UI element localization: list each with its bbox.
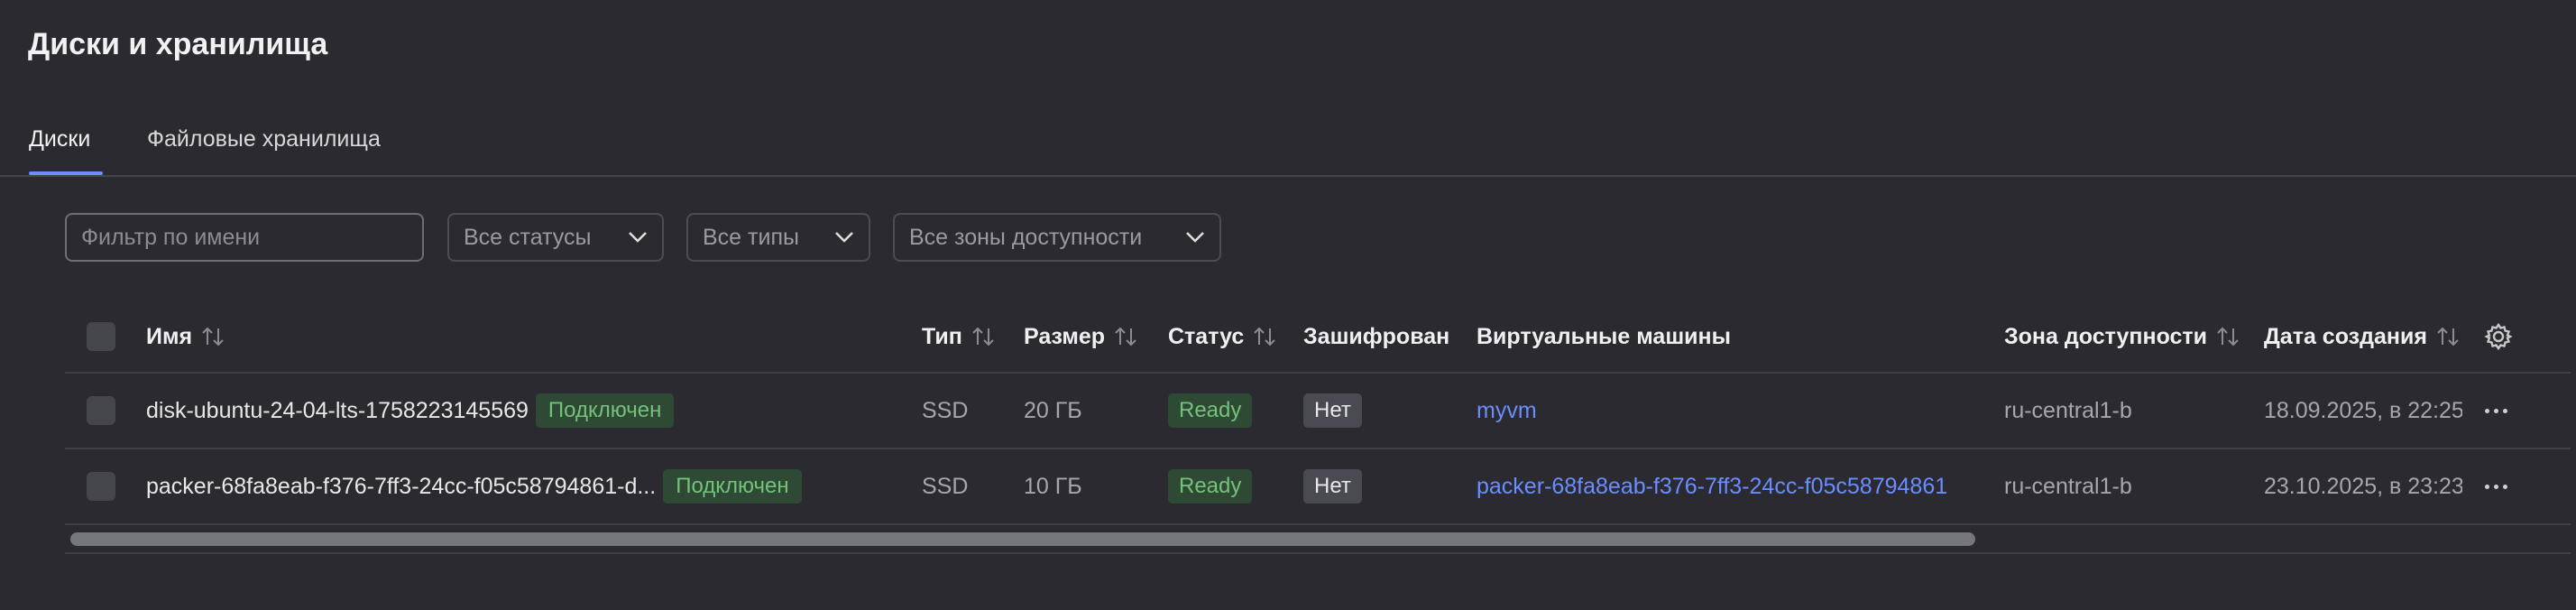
select-all-checkbox[interactable]	[87, 322, 115, 351]
disk-type: SSD	[922, 397, 969, 423]
tab-file-storages[interactable]: Файловые хранилища	[147, 126, 381, 152]
disk-name[interactable]: disk-ubuntu-24-04-lts-1758223145569	[146, 398, 529, 424]
horizontal-scrollbar	[65, 527, 2571, 554]
more-horizontal-icon[interactable]	[2485, 408, 2507, 413]
chevron-down-icon	[1186, 232, 1204, 243]
sort-arrows-icon	[1115, 327, 1136, 347]
status-badge: Ready	[1168, 393, 1253, 428]
zone-value: ru-central1-b	[2004, 397, 2132, 423]
active-tab-indicator	[29, 171, 103, 175]
sort-arrows-icon	[2437, 327, 2459, 347]
attached-badge: Подключен	[535, 393, 675, 428]
header-encrypted: Зашифрован	[1303, 323, 1450, 349]
row-checkbox[interactable]	[87, 472, 115, 501]
attached-badge: Подключен	[663, 469, 802, 504]
header-status[interactable]: Статус	[1168, 301, 1278, 372]
gear-icon[interactable]	[2484, 322, 2513, 351]
page-title: Диски и хранилища	[28, 27, 328, 61]
sort-arrows-icon	[202, 327, 224, 347]
header-size[interactable]: Размер	[1024, 301, 1139, 372]
vm-link[interactable]: packer-68fa8eab-f376-7ff3-24cc-f05c58794…	[1477, 449, 1947, 523]
tabs: Диски Файловые хранилища	[0, 121, 2576, 177]
header-zone[interactable]: Зона доступности	[2004, 301, 2241, 372]
status-filter-value: Все статусы	[464, 224, 592, 250]
status-badge: Ready	[1168, 469, 1253, 504]
encrypted-badge: Нет	[1303, 393, 1362, 428]
sort-arrows-icon	[972, 327, 994, 347]
zone-filter-select[interactable]: Все зоны доступности	[893, 213, 1221, 262]
type-filter-value: Все типы	[703, 224, 799, 250]
disk-type: SSD	[922, 473, 969, 499]
zone-filter-value: Все зоны доступности	[909, 224, 1143, 250]
chevron-down-icon	[835, 232, 853, 243]
name-filter-input[interactable]	[65, 213, 424, 262]
type-filter-select[interactable]: Все типы	[686, 213, 870, 262]
tab-disks[interactable]: Диски	[29, 126, 90, 152]
disk-name[interactable]: packer-68fa8eab-f376-7ff3-24cc-f05c58794…	[146, 474, 656, 500]
more-horizontal-icon[interactable]	[2485, 484, 2507, 489]
status-filter-select[interactable]: Все статусы	[447, 213, 664, 262]
created-value: 23.10.2025, в 23:23	[2264, 473, 2462, 499]
vm-link[interactable]: myvm	[1477, 374, 1537, 448]
table-row[interactable]: disk-ubuntu-24-04-lts-1758223145569 Подк…	[65, 374, 2571, 449]
header-name[interactable]: Имя	[146, 301, 226, 372]
header-created[interactable]: Дата создания	[2264, 301, 2461, 372]
created-value: 18.09.2025, в 22:25	[2264, 397, 2462, 423]
encrypted-badge: Нет	[1303, 469, 1362, 504]
header-type[interactable]: Тип	[922, 301, 997, 372]
chevron-down-icon	[629, 232, 647, 243]
scrollbar-thumb[interactable]	[70, 532, 1975, 546]
disk-size: 20 ГБ	[1024, 397, 1082, 423]
sort-arrows-icon	[2217, 327, 2239, 347]
row-checkbox[interactable]	[87, 396, 115, 425]
disk-size: 10 ГБ	[1024, 473, 1082, 499]
table-row[interactable]: packer-68fa8eab-f376-7ff3-24cc-f05c58794…	[65, 449, 2571, 525]
zone-value: ru-central1-b	[2004, 473, 2132, 499]
table-header-row: Имя Тип Размер Статус Зашифрован Виртуал…	[65, 301, 2571, 374]
sort-arrows-icon	[1254, 327, 1275, 347]
header-vms: Виртуальные машины	[1477, 323, 1731, 349]
